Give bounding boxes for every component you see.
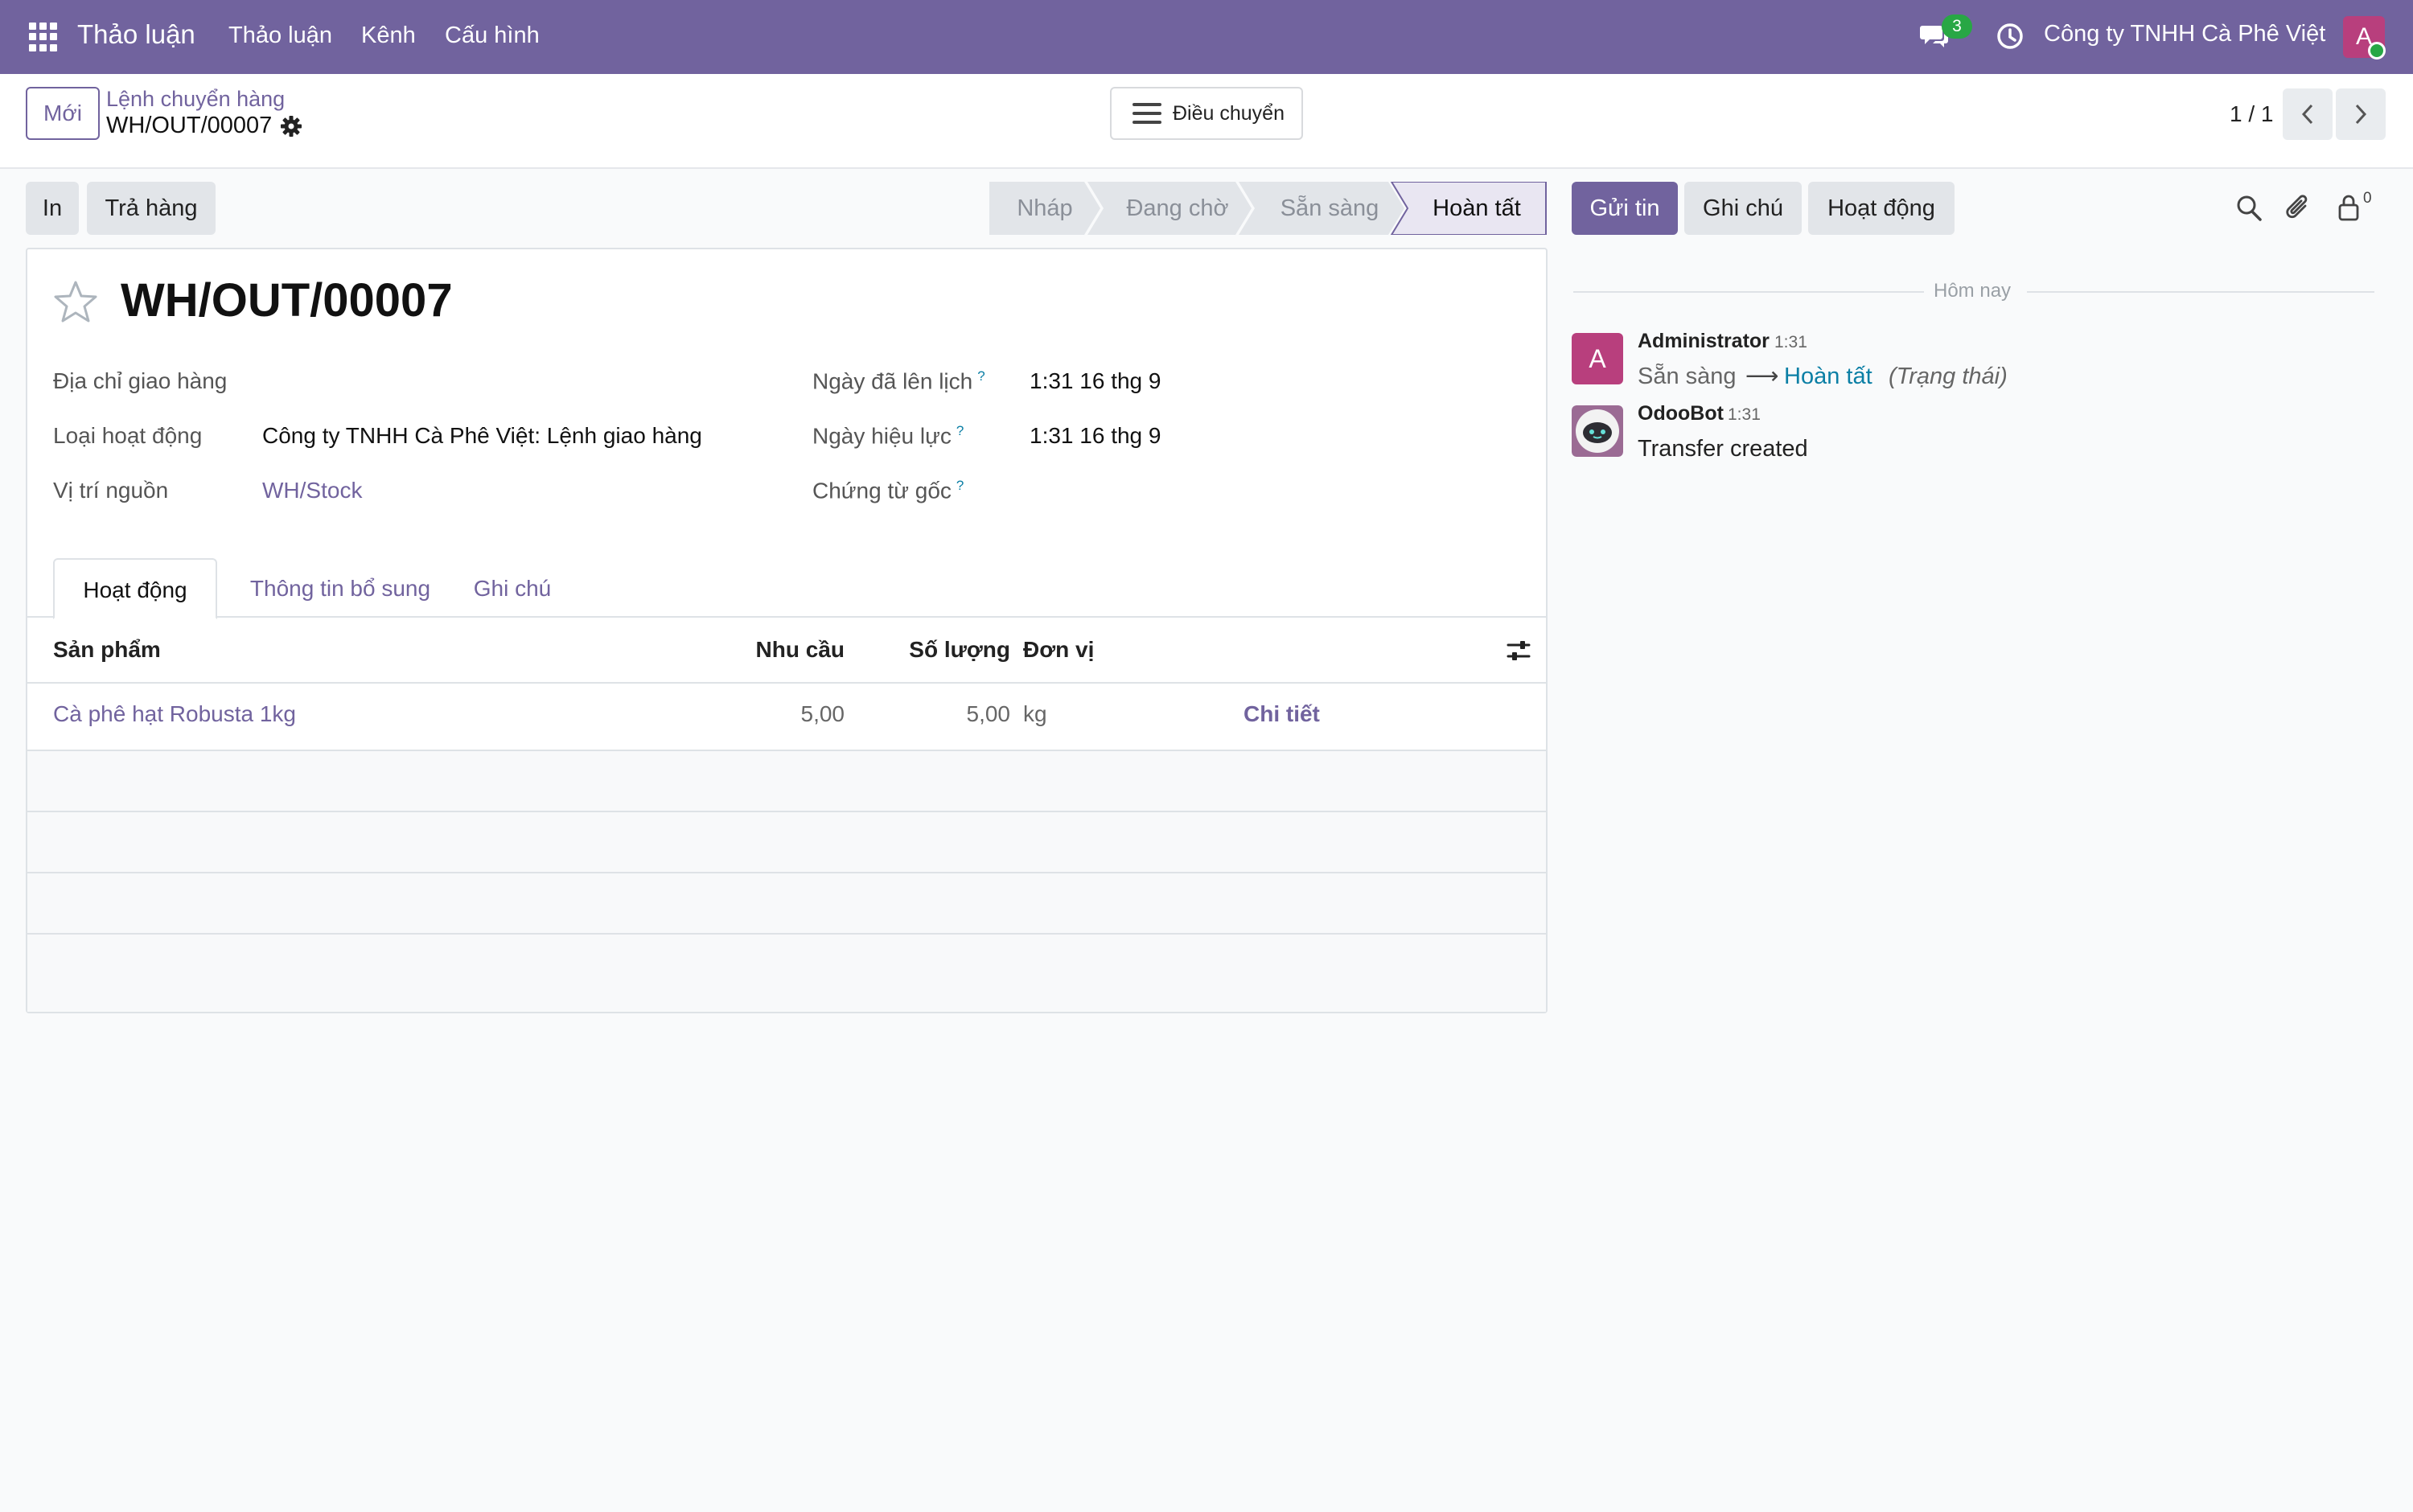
help-tooltip-icon[interactable]: ? [956, 478, 964, 493]
date-divider [1573, 291, 1924, 293]
source-location-link[interactable]: WH/Stock [262, 478, 362, 503]
details-button[interactable]: Chi tiết [1243, 701, 1320, 727]
tracking-old-value: Sẵn sàng [1638, 364, 1737, 389]
demand-value: 5,00 [800, 701, 845, 726]
control-panel: Mới Lệnh chuyển hàng WH/OUT/00007 Điều c… [0, 74, 2413, 169]
follower-count: 0 [2363, 190, 2372, 207]
tracking-new-value: Hoàn tất [1784, 364, 1872, 389]
gear-icon[interactable] [280, 115, 302, 138]
app-brand[interactable]: Thảo luận [77, 19, 195, 50]
breadcrumb-current: WH/OUT/00007 [106, 113, 273, 138]
breadcrumb-parent[interactable]: Lệnh chuyển hàng [106, 87, 285, 112]
message-body: Transfer created [1638, 436, 1808, 462]
empty-row [27, 935, 1546, 1012]
star-icon[interactable] [53, 280, 98, 323]
column-uom[interactable]: Đơn vị [1023, 637, 1094, 663]
odoobot-avatar[interactable] [1572, 405, 1623, 457]
column-settings-icon[interactable] [1506, 639, 1531, 663]
chevron-left-icon [2301, 104, 2313, 125]
table-row[interactable]: Cà phê hạt Robusta 1kg 5,00 5,00 kg Chi … [27, 684, 1546, 751]
menu-channels[interactable]: Kênh [361, 23, 416, 49]
record-title: WH/OUT/00007 [121, 274, 453, 327]
stage-waiting[interactable]: Đang chờ [1104, 182, 1252, 235]
date-divider [2027, 291, 2374, 293]
statusbar: Nháp Đang chờ Sẵn sàng Hoàn tất [989, 182, 1548, 235]
list-icon [1133, 103, 1161, 124]
transfer-label: Điều chuyển [1173, 101, 1285, 125]
quantity-value[interactable]: 5,00 [967, 701, 1011, 727]
message-author[interactable]: Administrator [1638, 330, 1770, 353]
apps-grid-icon[interactable] [29, 23, 58, 51]
company-switcher[interactable]: Công ty TNHH Cà Phê Việt [2044, 21, 2325, 47]
operation-type-value[interactable]: Công ty TNHH Cà Phê Việt: Lệnh giao hàng [262, 423, 702, 449]
scheduled-date-label: Ngày đã lên lịch? [812, 368, 985, 394]
return-button[interactable]: Trả hàng [87, 182, 216, 235]
pager-value[interactable]: 1 / 1 [2230, 101, 2273, 127]
new-button[interactable]: Mới [26, 87, 100, 140]
column-demand[interactable]: Nhu cầu [756, 637, 845, 663]
stage-draft[interactable]: Nháp [989, 182, 1100, 235]
arrow-right-icon: ⟶ [1745, 364, 1779, 389]
transfer-smart-button[interactable]: Điều chuyển [1110, 87, 1303, 140]
effective-date-label: Ngày hiệu lực? [812, 423, 964, 449]
origin-document-label: Chứng từ gốc? [812, 478, 964, 503]
message-time: 1:31 [1774, 333, 1807, 351]
pager-previous-button[interactable] [2283, 88, 2333, 140]
search-icon[interactable] [2234, 191, 2263, 224]
log-note-button[interactable]: Ghi chú [1684, 182, 1802, 235]
product-link[interactable]: Cà phê hạt Robusta 1kg [53, 701, 296, 727]
message-author[interactable]: OdooBot [1638, 402, 1724, 425]
message-time: 1:31 [1728, 405, 1761, 424]
notebook-tabs: Hoạt động Thông tin bổ sung Ghi chú [27, 558, 1546, 619]
empty-row [27, 812, 1546, 873]
activity-clock-icon[interactable] [1996, 22, 2025, 51]
table-header: Sản phẩm Nhu cầu Số lượng Đơn vị [27, 618, 1546, 684]
stage-done: Hoàn tất [1433, 195, 1521, 221]
column-product[interactable]: Sản phẩm [53, 637, 161, 663]
tab-additional-info[interactable]: Thông tin bổ sung [240, 558, 441, 619]
help-tooltip-icon[interactable]: ? [956, 423, 964, 438]
tracking-field-name: (Trạng thái) [1889, 364, 2008, 389]
tab-note[interactable]: Ghi chú [468, 558, 557, 619]
scheduled-date-value[interactable]: 1:31 16 thg 9 [1030, 368, 1161, 394]
effective-date-value[interactable]: 1:31 16 thg 9 [1030, 423, 1161, 449]
empty-row [27, 751, 1546, 812]
message-count-badge: 3 [1942, 14, 1972, 39]
menu-configuration[interactable]: Cấu hình [445, 23, 540, 49]
uom-value: kg [1023, 701, 1047, 726]
top-navbar: Thảo luận Thảo luận Kênh Cấu hình 3 Công… [0, 0, 2413, 74]
source-location-label: Vị trí nguồn [53, 478, 169, 503]
stage-ready[interactable]: Sẵn sàng [1255, 182, 1404, 235]
paperclip-icon[interactable] [2284, 191, 2313, 224]
today-label: Hôm nay [1934, 280, 2012, 302]
help-tooltip-icon[interactable]: ? [977, 368, 985, 384]
online-status-dot [2368, 42, 2386, 60]
menu-discuss[interactable]: Thảo luận [228, 23, 332, 49]
column-quantity[interactable]: Số lượng [909, 637, 1010, 663]
author-avatar[interactable]: A [1572, 333, 1623, 384]
empty-row [27, 873, 1546, 935]
delivery-address-label: Địa chỉ giao hàng [53, 368, 228, 393]
tab-operations[interactable]: Hoạt động [53, 558, 217, 619]
follower-lock-icon[interactable] [2336, 191, 2365, 224]
send-message-button[interactable]: Gửi tin [1572, 182, 1678, 235]
pager-next-button[interactable] [2336, 88, 2386, 140]
chevron-right-icon [2355, 104, 2367, 125]
print-button[interactable]: In [26, 182, 79, 235]
activity-button[interactable]: Hoạt động [1808, 182, 1955, 235]
form-sheet: WH/OUT/00007 Địa chỉ giao hàng Loại hoạt… [26, 248, 1548, 1013]
operation-type-label: Loại hoạt động [53, 423, 203, 448]
